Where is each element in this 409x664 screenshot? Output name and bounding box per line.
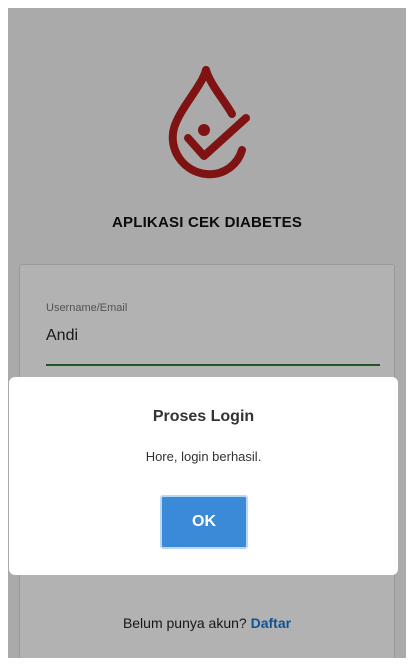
dialog-title: Proses Login: [152, 408, 255, 425]
login-dialog: Proses Login Hore, login berhasil. OK: [9, 377, 398, 575]
ok-button[interactable]: OK: [160, 495, 248, 549]
dialog-message: Hore, login berhasil.: [145, 449, 262, 464]
